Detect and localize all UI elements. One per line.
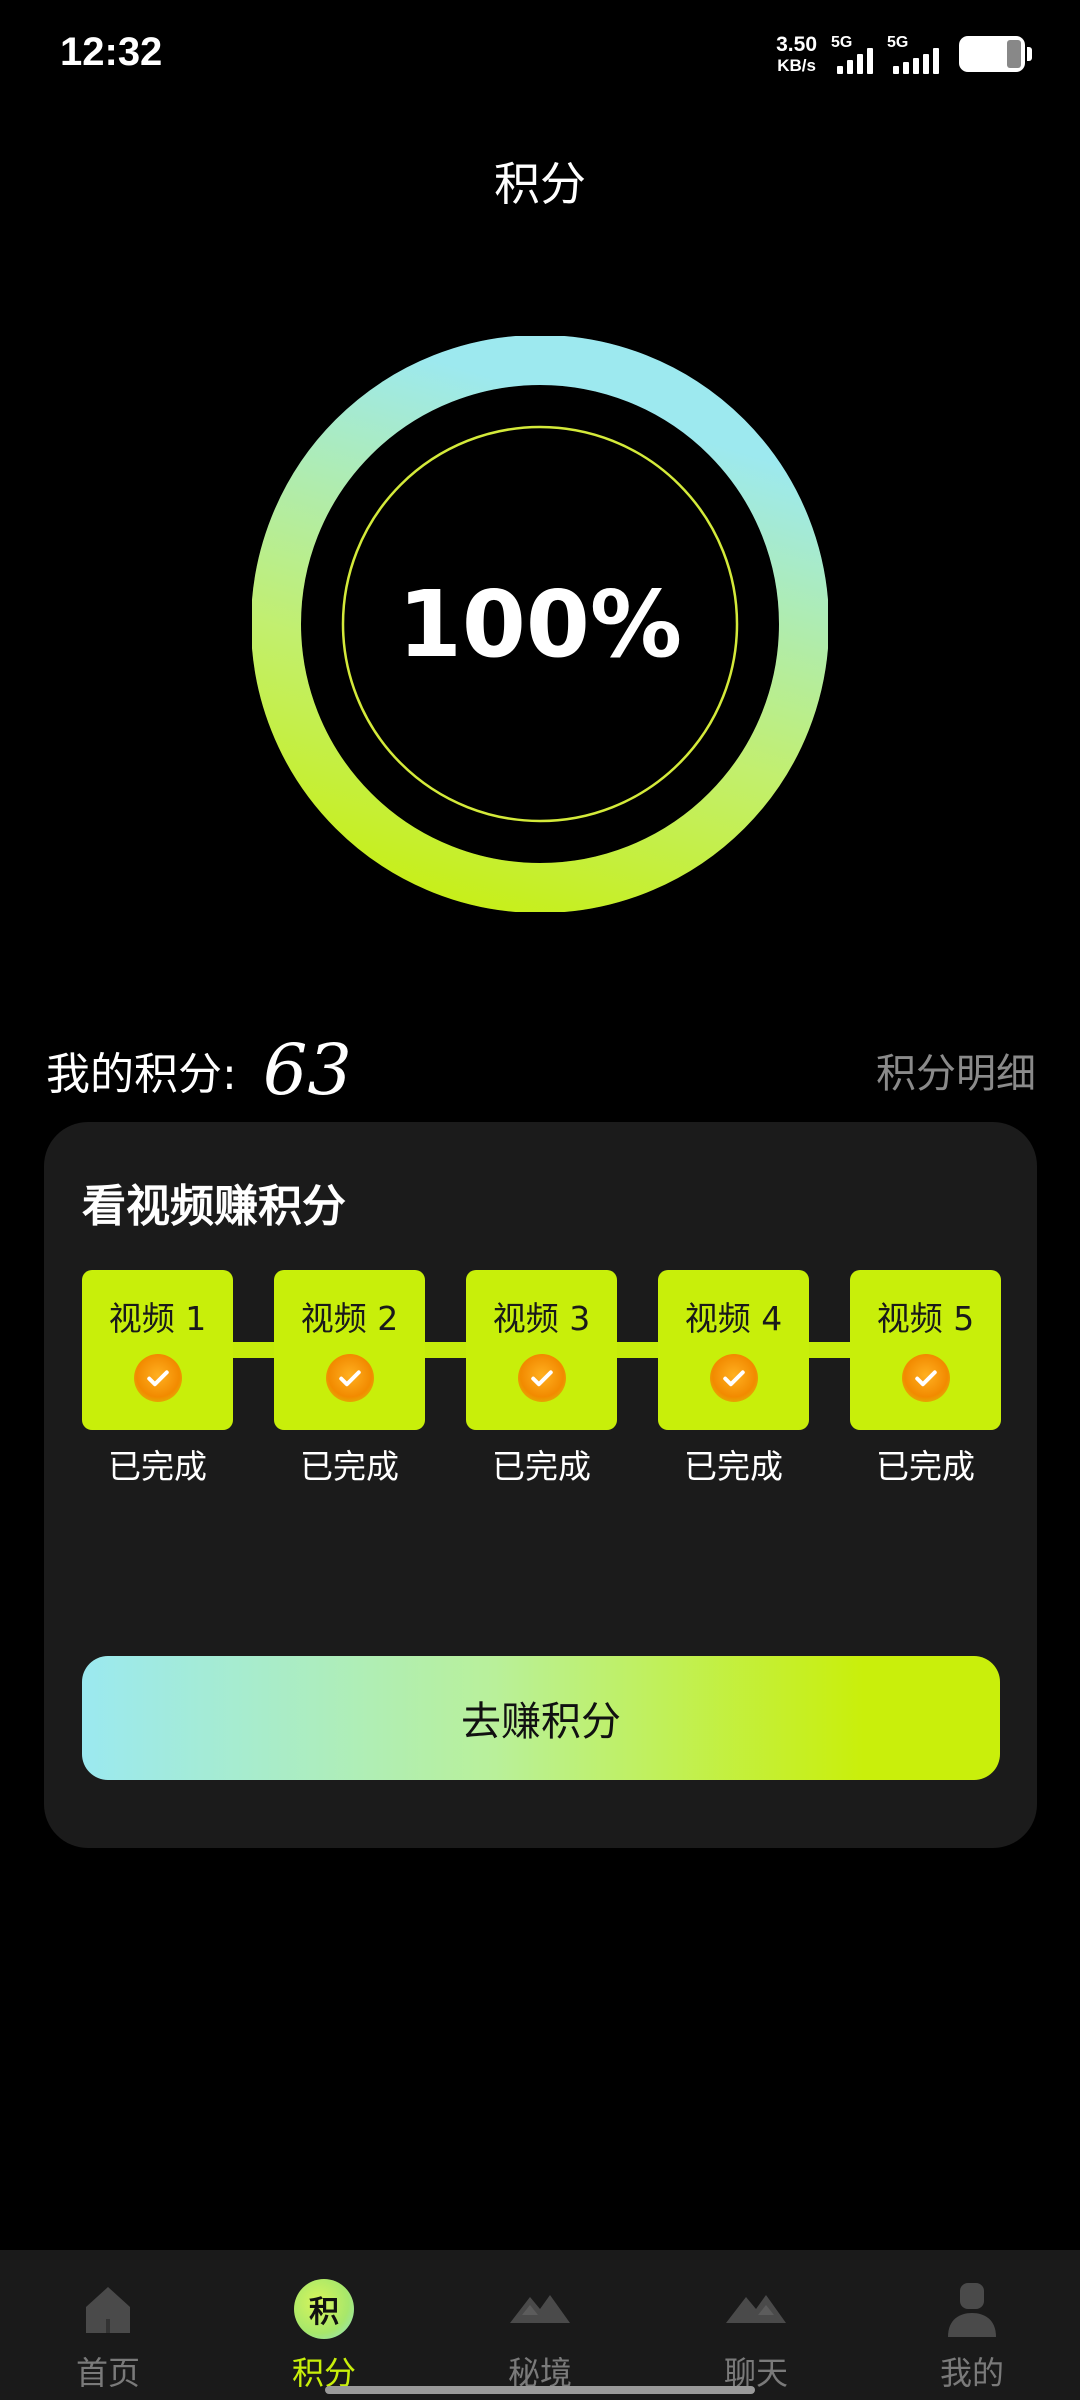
bottom-nav: 首页 积 积分 秘境 聊天 我的 [0, 2250, 1080, 2400]
page-title: 积分 [494, 157, 586, 211]
task-track: 视频 1 已完成 视频 2 已完成 视频 3 已完成 视频 4 已完成 视频 5… [82, 1270, 1002, 1486]
progress-percent: 100% [397, 570, 683, 678]
task-label: 视频 5 [876, 1299, 975, 1338]
net-speed-unit: KB/s [777, 56, 816, 75]
home-icon [75, 2276, 141, 2342]
nav-item-home[interactable]: 首页 [0, 2250, 216, 2400]
task-label: 视频 3 [492, 1299, 591, 1338]
my-points: 我的积分: 63 [46, 1029, 352, 1111]
mountain-icon [507, 2276, 573, 2342]
task-video-3[interactable]: 视频 3 [466, 1270, 617, 1430]
status-indicators: 3.50 KB/s 5G 5G [776, 34, 1032, 74]
task-video-5[interactable]: 视频 5 [850, 1270, 1001, 1430]
task-video-1[interactable]: 视频 1 [82, 1270, 233, 1430]
check-icon [901, 1354, 950, 1402]
nav-item-chat[interactable]: 聊天 [648, 2250, 864, 2400]
task-status: 已完成 [684, 1447, 783, 1486]
points-icon: 积 [291, 2276, 357, 2342]
points-badge: 积 [294, 2279, 354, 2339]
network-speed: 3.50 KB/s [776, 34, 817, 74]
task-status: 已完成 [876, 1447, 975, 1486]
home-indicator[interactable] [325, 2386, 755, 2394]
nav-item-secret-realm[interactable]: 秘境 [432, 2250, 648, 2400]
profile-icon [939, 2276, 1005, 2342]
points-detail-link[interactable]: 积分明细 [876, 1041, 1036, 1099]
check-icon [517, 1354, 566, 1402]
points-row: 我的积分: 63 积分明细 [46, 1029, 1036, 1111]
task-label: 视频 2 [300, 1299, 399, 1338]
status-bar: 12:32 3.50 KB/s 5G 5G [0, 0, 1080, 110]
signal-icon-1: 5G [831, 34, 873, 74]
nav-item-profile[interactable]: 我的 [864, 2250, 1080, 2400]
card-title: 看视频赚积分 [82, 1181, 346, 1232]
signal-label-2: 5G [887, 34, 909, 51]
task-label: 视频 4 [684, 1299, 783, 1338]
task-status: 已完成 [108, 1447, 207, 1486]
signal-icon-2: 5G [887, 34, 939, 74]
nav-label: 我的 [939, 2354, 1004, 2392]
progress-ring: 100% [251, 335, 829, 913]
check-icon [709, 1354, 758, 1402]
battery-icon [959, 36, 1032, 72]
nav-item-points[interactable]: 积 积分 [216, 2250, 432, 2400]
points-value: 63 [262, 1029, 352, 1111]
status-time: 12:32 [60, 30, 163, 74]
signal-label-1: 5G [831, 34, 853, 51]
task-status: 已完成 [492, 1447, 591, 1486]
task-video-2[interactable]: 视频 2 [274, 1270, 425, 1430]
earn-points-button[interactable]: 去赚积分 [82, 1656, 1000, 1780]
video-tasks-card: 看视频赚积分 视频 1 已完成 视频 2 已完成 视频 3 已完成 视频 4 已… [44, 1122, 1037, 1848]
task-video-4[interactable]: 视频 4 [658, 1270, 809, 1430]
task-label: 视频 1 [108, 1299, 207, 1338]
check-icon [325, 1354, 374, 1402]
nav-label: 首页 [75, 2354, 140, 2392]
task-status: 已完成 [300, 1447, 399, 1486]
chat-mountain-icon [723, 2276, 789, 2342]
points-label: 我的积分: [46, 1049, 237, 1100]
check-icon [133, 1354, 182, 1402]
net-speed-value: 3.50 [776, 33, 817, 56]
